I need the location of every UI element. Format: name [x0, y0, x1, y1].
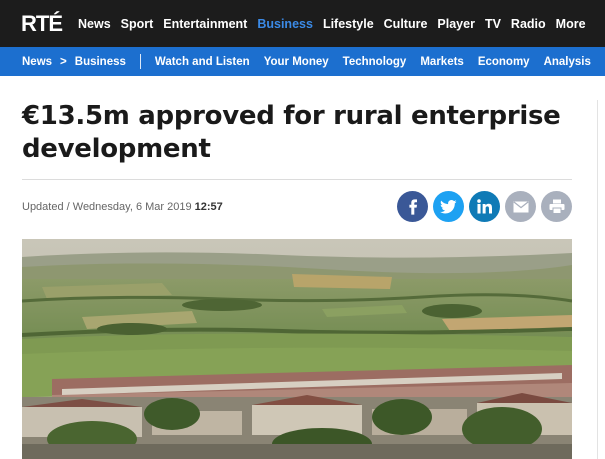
subnav-your-money[interactable]: Your Money [264, 56, 329, 68]
twitter-share-button[interactable] [433, 191, 464, 222]
subnav-technology[interactable]: Technology [343, 56, 407, 68]
nav-radio[interactable]: Radio [511, 17, 546, 31]
rte-logo[interactable]: RTÉ [21, 11, 63, 36]
subnav-markets[interactable]: Markets [420, 56, 463, 68]
facebook-icon [408, 198, 417, 215]
nav-divider [139, 54, 141, 69]
breadcrumb-separator: > [60, 55, 67, 68]
subnav-economy[interactable]: Economy [478, 56, 530, 68]
breadcrumb: News > Business [0, 56, 126, 68]
subnav-analysis[interactable]: Analysis [544, 56, 591, 68]
linkedin-icon [477, 199, 492, 214]
updated-time: 12:57 [194, 201, 223, 213]
nav-tv[interactable]: TV [485, 17, 501, 31]
facebook-share-button[interactable] [397, 191, 428, 222]
rural-landscape-photo [22, 239, 572, 459]
nav-more[interactable]: More [556, 17, 586, 31]
nav-business[interactable]: Business [257, 17, 313, 31]
nav-entertainment[interactable]: Entertainment [163, 17, 247, 31]
headline-divider [22, 179, 572, 180]
print-button[interactable] [541, 191, 572, 222]
top-navigation-bar: RTÉ News Sport Entertainment Business Li… [0, 0, 605, 47]
article-updated: Updated / Wednesday, 6 Mar 2019 12:57 [22, 201, 223, 213]
nav-player[interactable]: Player [437, 17, 475, 31]
breadcrumb-business[interactable]: Business [75, 56, 126, 68]
email-share-button[interactable] [505, 191, 536, 222]
right-edge-panel [597, 100, 605, 459]
linkedin-share-button[interactable] [469, 191, 500, 222]
subnav-watch-and-listen[interactable]: Watch and Listen [155, 56, 250, 68]
nav-culture[interactable]: Culture [384, 17, 428, 31]
breadcrumb-news[interactable]: News [22, 56, 52, 68]
print-icon [549, 199, 564, 214]
article-headline: €13.5m approved for rural enterprise dev… [22, 101, 561, 164]
logo-text: RTÉ [21, 11, 63, 36]
article-image [22, 239, 572, 459]
updated-date: Updated / Wednesday, 6 Mar 2019 [22, 201, 192, 213]
share-buttons [397, 191, 577, 222]
section-nav: Watch and Listen Your Money Technology M… [155, 56, 605, 68]
nav-lifestyle[interactable]: Lifestyle [323, 17, 374, 31]
email-icon [512, 200, 529, 212]
nav-sport[interactable]: Sport [121, 17, 154, 31]
nav-news[interactable]: News [78, 17, 111, 31]
section-navigation-bar: News > Business Watch and Listen Your Mo… [0, 47, 605, 76]
twitter-icon [440, 199, 457, 213]
main-nav: News Sport Entertainment Business Lifest… [78, 0, 596, 47]
